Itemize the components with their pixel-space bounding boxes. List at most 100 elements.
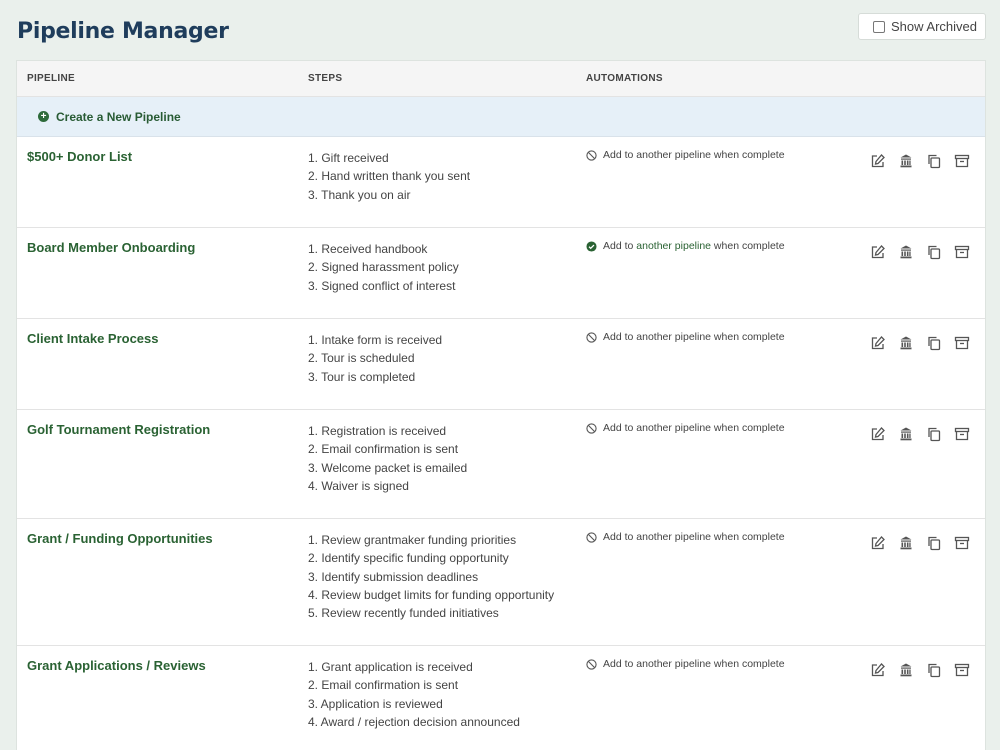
automation-prefix: Add to xyxy=(603,240,637,252)
column-header-automations: AUTOMATIONS xyxy=(586,73,663,84)
row-actions xyxy=(870,244,970,265)
blocked-icon xyxy=(586,331,597,343)
automation-prefix: Add to xyxy=(603,658,637,670)
pipeline-name-link[interactable]: Board Member Onboarding xyxy=(27,240,195,255)
edit-icon[interactable] xyxy=(870,335,886,356)
pipeline-steps: 1. Intake form is received 2. Tour is sch… xyxy=(308,331,442,386)
edit-icon[interactable] xyxy=(870,426,886,447)
step-item: 1. Review grantmaker funding priorities xyxy=(308,533,517,547)
automation-pipeline-text: another pipeline xyxy=(636,422,712,434)
table-row: Client Intake Process 1. Intake form is … xyxy=(17,319,985,410)
blocked-icon xyxy=(586,149,597,161)
automation-setting[interactable]: Add to another pipeline when complete xyxy=(586,240,785,252)
table-row: Golf Tournament Registration 1. Registra… xyxy=(17,410,985,519)
museum-icon[interactable] xyxy=(898,426,914,447)
step-item: 3. Identify submission deadlines xyxy=(308,569,479,584)
automation-suffix: when complete xyxy=(711,240,785,252)
archive-icon[interactable] xyxy=(954,535,970,556)
pipeline-name-link[interactable]: Grant / Funding Opportunities xyxy=(27,531,213,546)
copy-icon[interactable] xyxy=(926,244,942,265)
step-item: 2. Identify specific funding opportunity xyxy=(308,551,509,566)
plus-circle-icon: + xyxy=(38,111,49,122)
archive-icon[interactable] xyxy=(954,426,970,447)
museum-icon[interactable] xyxy=(898,535,914,556)
step-item: 3. Tour is completed xyxy=(308,369,416,384)
copy-icon[interactable] xyxy=(926,335,942,356)
automation-setting[interactable]: Add to another pipeline when complete xyxy=(586,658,785,670)
step-item: 3. Application is reviewed xyxy=(308,696,443,711)
edit-icon[interactable] xyxy=(870,662,886,683)
pipeline-steps: 1. Gift received 2. Hand written thank yo… xyxy=(308,149,470,204)
blocked-icon xyxy=(586,658,597,670)
blocked-icon xyxy=(586,422,597,434)
step-item: 3. Signed conflict of interest xyxy=(308,278,456,293)
step-item: 2. Tour is scheduled xyxy=(308,351,415,366)
row-actions xyxy=(870,153,970,174)
automation-suffix: when complete xyxy=(711,531,785,543)
step-item: 2. Signed harassment policy xyxy=(308,260,459,275)
automation-prefix: Add to xyxy=(603,149,637,161)
table-row: Grant / Funding Opportunities 1. Review … xyxy=(17,519,985,646)
edit-icon[interactable] xyxy=(870,535,886,556)
column-header-pipeline: PIPELINE xyxy=(27,73,75,84)
pipeline-name-link[interactable]: Golf Tournament Registration xyxy=(27,422,210,437)
automation-setting[interactable]: Add to another pipeline when complete xyxy=(586,331,785,343)
step-item: 2. Email confirmation is sent xyxy=(308,678,459,693)
museum-icon[interactable] xyxy=(898,153,914,174)
copy-icon[interactable] xyxy=(926,426,942,447)
copy-icon[interactable] xyxy=(926,662,942,683)
step-item: 4. Waiver is signed xyxy=(308,478,409,493)
pipeline-name-link[interactable]: $500+ Donor List xyxy=(27,149,132,164)
museum-icon[interactable] xyxy=(898,244,914,265)
automation-setting[interactable]: Add to another pipeline when complete xyxy=(586,531,785,543)
pipeline-name-link[interactable]: Client Intake Process xyxy=(27,331,159,346)
show-archived-label: Show Archived xyxy=(891,19,977,34)
archive-icon[interactable] xyxy=(954,335,970,356)
automation-prefix: Add to xyxy=(603,422,637,434)
pipeline-steps: 1. Review grantmaker funding priorities 2… xyxy=(308,531,554,622)
step-item: 1. Received handbook xyxy=(308,242,428,256)
automation-suffix: when complete xyxy=(711,331,785,343)
archive-icon[interactable] xyxy=(954,153,970,174)
automation-suffix: when complete xyxy=(711,422,785,434)
archive-icon[interactable] xyxy=(954,244,970,265)
pipeline-name-link[interactable]: Grant Applications / Reviews xyxy=(27,658,206,673)
copy-icon[interactable] xyxy=(926,535,942,556)
table-row: Board Member Onboarding 1. Received hand… xyxy=(17,228,985,319)
step-item: 3. Thank you on air xyxy=(308,187,411,202)
step-item: 5. Review recently funded initiatives xyxy=(308,606,499,621)
table-row: $500+ Donor List 1. Gift received 2. Hand… xyxy=(17,137,985,228)
automation-pipeline-text: another pipeline xyxy=(636,658,712,670)
edit-icon[interactable] xyxy=(870,153,886,174)
museum-icon[interactable] xyxy=(898,335,914,356)
step-item: 1. Grant application is received xyxy=(308,660,473,674)
copy-icon[interactable] xyxy=(926,153,942,174)
table-row: Grant Applications / Reviews 1. Grant ap… xyxy=(17,646,985,750)
automation-suffix: when complete xyxy=(711,658,785,670)
show-archived-toggle[interactable]: Show Archived xyxy=(858,13,986,40)
automation-prefix: Add to xyxy=(603,331,637,343)
automation-setting[interactable]: Add to another pipeline when complete xyxy=(586,149,785,161)
step-item: 2. Hand written thank you sent xyxy=(308,169,471,184)
row-actions xyxy=(870,535,970,556)
step-item: 1. Intake form is received xyxy=(308,333,443,347)
show-archived-checkbox[interactable] xyxy=(873,20,885,33)
automation-setting[interactable]: Add to another pipeline when complete xyxy=(586,422,785,434)
automation-pipeline-link[interactable]: another pipeline xyxy=(636,240,711,252)
pipeline-steps: 1. Grant application is received 2. Email… xyxy=(308,658,520,731)
step-item: 2. Email confirmation is sent xyxy=(308,442,459,457)
automation-pipeline-text: another pipeline xyxy=(636,531,712,543)
automation-suffix: when complete xyxy=(711,149,785,161)
check-circle-icon xyxy=(586,240,597,252)
museum-icon[interactable] xyxy=(898,662,914,683)
step-item: 4. Review budget limits for funding oppo… xyxy=(308,587,555,602)
pipeline-steps: 1. Received handbook 2. Signed harassment… xyxy=(308,240,459,295)
row-actions xyxy=(870,426,970,447)
step-item: 1. Registration is received xyxy=(308,424,447,438)
edit-icon[interactable] xyxy=(870,244,886,265)
archive-icon[interactable] xyxy=(954,662,970,683)
table-header: PIPELINE STEPS AUTOMATIONS xyxy=(17,61,985,97)
step-item: 3. Welcome packet is emailed xyxy=(308,460,468,475)
step-item: 1. Gift received xyxy=(308,151,389,165)
create-pipeline-button[interactable]: + Create a New Pipeline xyxy=(17,97,985,137)
